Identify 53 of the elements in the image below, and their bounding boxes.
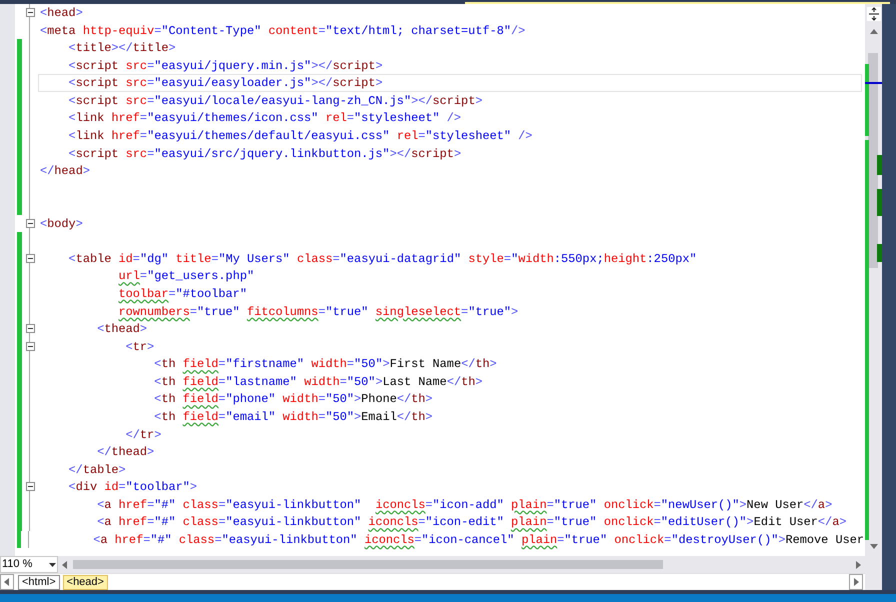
code-line: <div id="toolbar"> <box>68 479 198 496</box>
code-line: <table id="dg" title="My Users" class="easyui-datagrid" style="width:550px;height:250px" <box>68 250 698 268</box>
vertical-scrollbar[interactable] <box>865 4 882 590</box>
code-line: <script src="easyui/src/jquery.linkbutton.js"></script> <box>68 146 462 162</box>
scroll-thumb[interactable] <box>73 560 663 569</box>
split-icon[interactable] <box>866 7 880 21</box>
caret-icon <box>49 562 56 566</box>
code-line: toolbar="#toolbar" <box>118 286 248 303</box>
code-line: <th field="email" width="50">Email</th> <box>153 408 434 426</box>
caret-left-icon[interactable] <box>2 577 12 587</box>
scroll-mark <box>877 189 882 216</box>
code-line: <head> <box>39 5 84 22</box>
code-line: <tr> <box>124 338 156 356</box>
code-line: <script src="easyui/jquery.min.js"></script> <box>68 58 384 74</box>
code-line: </tr> <box>124 426 162 444</box>
code-line: <th field="firstname" width="50">First Name</th> <box>153 356 498 373</box>
code-line: <title></title> <box>68 40 177 57</box>
breadcrumb-tag[interactable]: <html> <box>18 574 60 590</box>
code-line: </head> <box>39 163 91 180</box>
breadcrumb-scroll-right[interactable] <box>849 574 863 590</box>
code-line: rownumbers="true" fitcolumns="true" singleselect="true"> <box>118 304 520 320</box>
code-line: <link href="easyui/themes/default/easyui.css" rel="stylesheet" /> <box>68 128 534 144</box>
horizontal-scrollbar[interactable] <box>58 556 865 573</box>
collapse-icon[interactable] <box>26 482 34 492</box>
code-line: <script src="easyui/locale/easyui-lang-zh_CN.js"></script> <box>68 92 484 110</box>
collapse-icon[interactable] <box>26 8 34 18</box>
scroll-left-icon[interactable] <box>60 560 70 570</box>
code-line: url="get_users.php" <box>118 268 256 285</box>
collapse-icon[interactable] <box>26 254 34 264</box>
code-line: <th field="phone" width="50">Phone</th> <box>153 391 434 408</box>
code-line: <a href="#" class="easyui-linkbutton" iconcls="icon-edit" plain="true" onclick="editUser()">Edit User</a> <box>96 514 848 531</box>
scroll-up-icon[interactable] <box>868 27 878 37</box>
scroll-mark <box>877 244 882 262</box>
collapse-icon[interactable] <box>26 342 34 351</box>
code-line: <thead> <box>96 321 148 338</box>
change-mark <box>865 64 869 136</box>
code-line: <link href="easyui/themes/icon.css" rel="stylesheet" /> <box>68 110 462 127</box>
collapse-icon[interactable] <box>26 219 34 228</box>
code-line: </thead> <box>96 444 156 461</box>
scroll-right-icon[interactable] <box>853 560 863 570</box>
caret-position-mark <box>865 82 882 84</box>
breadcrumb-scroll-left[interactable] <box>0 574 14 590</box>
code-line: <meta http-equiv="Content-Type" content="text/html; charset=utf-8"/> <box>39 22 526 40</box>
scroll-mark <box>877 155 882 175</box>
code-line: </table> <box>68 462 127 478</box>
code-line: <a href="#" class="easyui-linkbutton" iconcls="icon-add" plain="true" onclick="newUser()">New User</a> <box>96 496 834 514</box>
zoom-combo[interactable]: 110 % <box>0 556 58 573</box>
code-line: <a href="#" class="easyui-linkbutton" iconcls="icon-cancel" plain="true" onclick="destroyUser()">Remove User <box>92 532 865 548</box>
breadcrumb-tag[interactable]: <head> <box>62 574 108 590</box>
code-line: <th field="lastname" width="50">Last Name</th> <box>153 374 484 390</box>
collapse-icon[interactable] <box>26 324 34 334</box>
caret-right-icon[interactable] <box>851 577 861 587</box>
code-line: <body> <box>39 216 84 232</box>
